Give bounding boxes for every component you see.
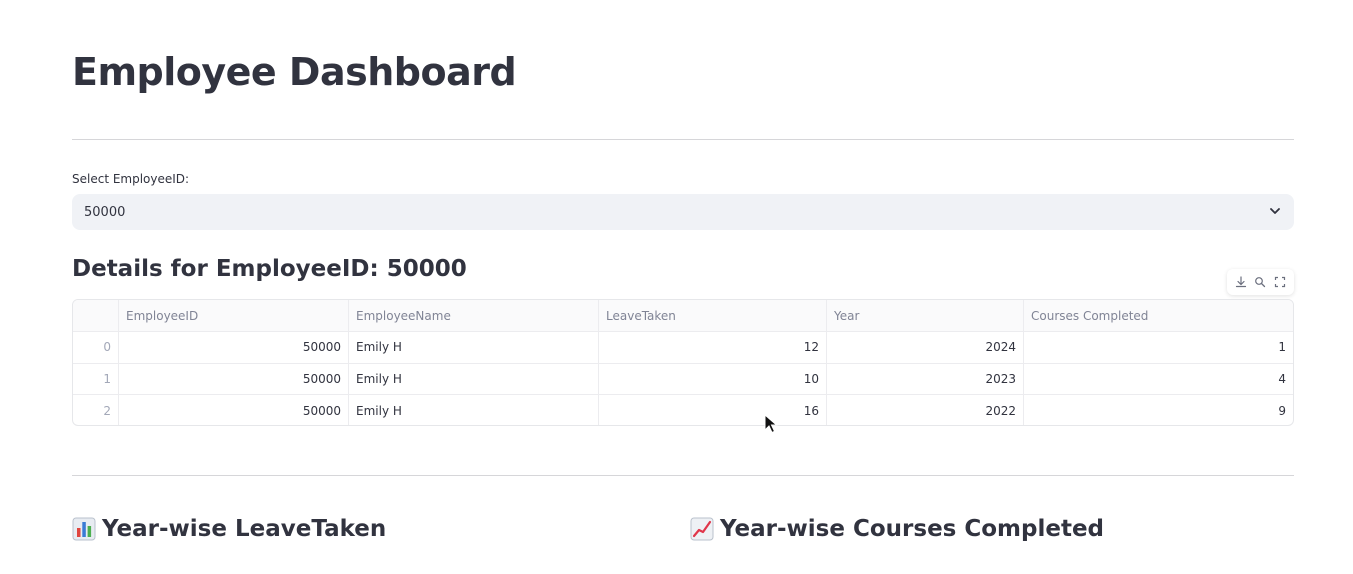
leavetaken-cell[interactable]: 10 xyxy=(599,363,827,394)
employee-select-value: 50000 xyxy=(84,205,126,220)
leave-chart-heading: Year-wise LeaveTaken xyxy=(72,516,386,542)
bar-chart-icon xyxy=(72,517,96,541)
employeename-cell[interactable]: Emily H xyxy=(349,332,599,363)
search-button[interactable] xyxy=(1252,274,1268,290)
courses-completed-cell[interactable]: 1 xyxy=(1024,332,1293,363)
download-icon xyxy=(1235,276,1246,288)
fullscreen-button[interactable] xyxy=(1272,274,1288,290)
page: Employee Dashboard Select EmployeeID: 50… xyxy=(0,0,1353,574)
year-cell[interactable]: 2024 xyxy=(827,332,1024,363)
fullscreen-icon xyxy=(1275,276,1286,288)
courses-completed-cell[interactable]: 9 xyxy=(1024,395,1293,425)
table-row: 1 50000 Emily H 10 2023 4 xyxy=(73,363,1293,395)
top-divider xyxy=(72,139,1294,140)
employeename-cell[interactable]: Emily H xyxy=(349,363,599,394)
table-header-courses-completed[interactable]: Courses Completed xyxy=(1024,300,1293,331)
download-button[interactable] xyxy=(1233,274,1249,290)
employeeid-cell[interactable]: 50000 xyxy=(119,395,349,425)
employee-table[interactable]: EmployeeID EmployeeName LeaveTaken Year … xyxy=(72,299,1294,426)
chart-increasing-icon xyxy=(690,517,714,541)
bottom-divider xyxy=(72,475,1294,476)
employeeid-cell[interactable]: 50000 xyxy=(119,332,349,363)
courses-chart-title: Year-wise Courses Completed xyxy=(720,516,1105,542)
page-title: Employee Dashboard xyxy=(72,50,517,94)
row-index-cell: 1 xyxy=(73,363,119,394)
courses-completed-cell[interactable]: 4 xyxy=(1024,364,1293,395)
mouse-cursor-icon xyxy=(764,414,778,434)
table-toolbar xyxy=(1227,269,1294,295)
employee-select[interactable]: 50000 xyxy=(72,194,1294,230)
year-cell[interactable]: 2023 xyxy=(827,363,1024,394)
employeeid-cell[interactable]: 50000 xyxy=(119,363,349,394)
leave-chart-title: Year-wise LeaveTaken xyxy=(102,516,387,542)
row-index-cell: 0 xyxy=(73,332,119,363)
employeename-cell[interactable]: Emily H xyxy=(349,395,599,425)
row-index-cell: 2 xyxy=(73,395,119,425)
leavetaken-cell[interactable]: 12 xyxy=(599,332,827,363)
table-header-year[interactable]: Year xyxy=(827,300,1024,331)
year-cell[interactable]: 2022 xyxy=(827,395,1024,425)
leavetaken-cell[interactable]: 16 xyxy=(599,395,827,425)
table-header-index xyxy=(73,300,119,331)
table-row: 2 50000 Emily H 16 2022 9 xyxy=(73,395,1293,425)
search-icon xyxy=(1255,277,1266,288)
employee-select-label: Select EmployeeID: xyxy=(72,172,190,186)
chevron-down-icon xyxy=(1270,208,1280,214)
table-header-row: EmployeeID EmployeeName LeaveTaken Year … xyxy=(73,300,1293,332)
details-heading: Details for EmployeeID: 50000 xyxy=(72,256,467,282)
courses-chart-heading: Year-wise Courses Completed xyxy=(690,516,1104,542)
table-header-employeeid[interactable]: EmployeeID xyxy=(119,300,349,331)
table-header-leavetaken[interactable]: LeaveTaken xyxy=(599,300,827,331)
table-row: 0 50000 Emily H 12 2024 1 xyxy=(73,332,1293,364)
table-header-employeename[interactable]: EmployeeName xyxy=(349,300,599,331)
